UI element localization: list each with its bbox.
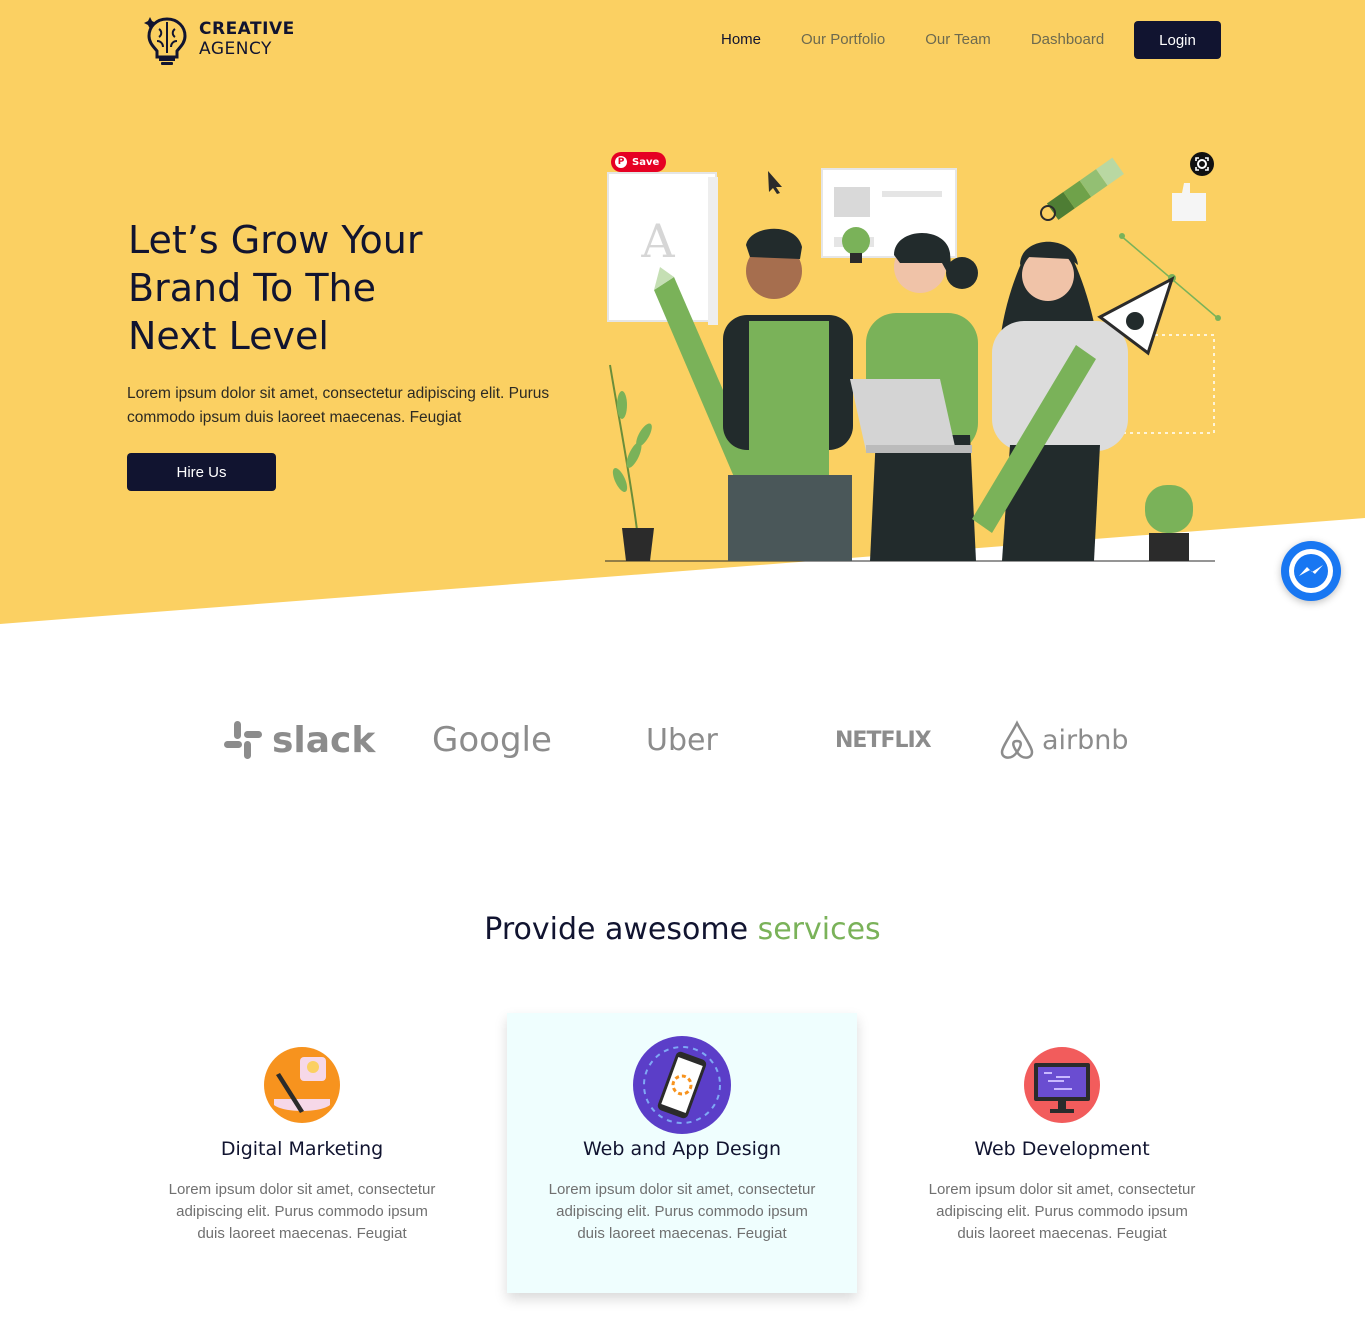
netflix-logo: NETFLIX: [835, 715, 932, 765]
brain-bulb-icon: [144, 17, 187, 65]
services-heading-accent: services: [757, 912, 881, 947]
slack-logo: slack: [222, 715, 382, 765]
messenger-chat-button[interactable]: [1281, 541, 1341, 601]
team-illustration: A: [605, 157, 1221, 562]
nav-our-portfolio[interactable]: Our Portfolio: [801, 31, 885, 48]
client-logos: slack Google Uber NETFLIX airbnb: [0, 700, 1365, 780]
nav-our-team[interactable]: Our Team: [925, 31, 991, 48]
services-heading-prefix: Provide awesome: [484, 912, 758, 947]
visual-search-icon[interactable]: [1190, 152, 1214, 176]
airbnb-wordmark: airbnb: [1042, 724, 1129, 756]
service-title: Web Development: [974, 1138, 1150, 1160]
netflix-wordmark: NETFLIX: [835, 727, 932, 753]
hero-description: Lorem ipsum dolor sit amet, consectetur …: [127, 385, 550, 426]
marketing-icon: [264, 1047, 340, 1123]
uber-logo: Uber: [646, 715, 726, 765]
login-button[interactable]: Login: [1134, 21, 1221, 59]
brand-name-line1: CREATIVE: [199, 19, 295, 39]
lens-icon: [1195, 157, 1209, 171]
service-card-web-app-design[interactable]: Web and App Design Lorem ipsum dolor sit…: [507, 1013, 857, 1293]
google-logo: Google: [432, 715, 562, 765]
svg-text:A: A: [640, 214, 675, 268]
nav-home[interactable]: Home: [721, 31, 761, 48]
code-monitor-icon: [1024, 1047, 1100, 1123]
airbnb-belo-icon: [1000, 720, 1034, 759]
brand-logo[interactable]: CREATIVE AGENCY: [143, 12, 303, 66]
service-description: Lorem ipsum dolor sit amet, consectetur …: [928, 1181, 1196, 1242]
hire-us-button[interactable]: Hire Us: [127, 453, 276, 491]
brand-name-line2: AGENCY: [199, 39, 272, 59]
hero-title: Let’s Grow Your Brand To The Next Level: [128, 216, 548, 360]
pinterest-save-label: Save: [632, 156, 660, 168]
airbnb-logo: airbnb: [998, 715, 1133, 765]
service-card-digital-marketing[interactable]: Digital Marketing Lorem ipsum dolor sit …: [127, 1013, 477, 1293]
uber-wordmark: Uber: [646, 722, 718, 758]
hero-title-line: Next Level: [128, 314, 329, 358]
hero-title-line: Brand To The: [128, 266, 377, 310]
service-title: Digital Marketing: [220, 1138, 384, 1160]
google-wordmark: Google: [432, 720, 552, 760]
nav-dashboard[interactable]: Dashboard: [1031, 31, 1104, 48]
slack-hash-icon: [224, 721, 262, 759]
service-title: Web and App Design: [582, 1138, 781, 1160]
pinterest-save-button[interactable]: P Save: [611, 152, 666, 172]
pinterest-icon: P: [615, 156, 627, 168]
service-description: Lorem ipsum dolor sit amet, consectetur …: [548, 1181, 816, 1242]
slack-wordmark: slack: [272, 719, 376, 761]
hero-title-line: Let’s Grow Your: [128, 218, 423, 262]
service-description: Lorem ipsum dolor sit amet, consectetur …: [168, 1181, 436, 1242]
services-heading: Provide awesome services: [0, 912, 1365, 947]
messenger-icon: [1289, 549, 1333, 593]
main-nav: Home Our Portfolio Our Team Dashboard: [700, 28, 1144, 50]
service-card-web-development[interactable]: Web Development Lorem ipsum dolor sit am…: [887, 1013, 1237, 1293]
mobile-design-icon: [633, 1036, 731, 1134]
